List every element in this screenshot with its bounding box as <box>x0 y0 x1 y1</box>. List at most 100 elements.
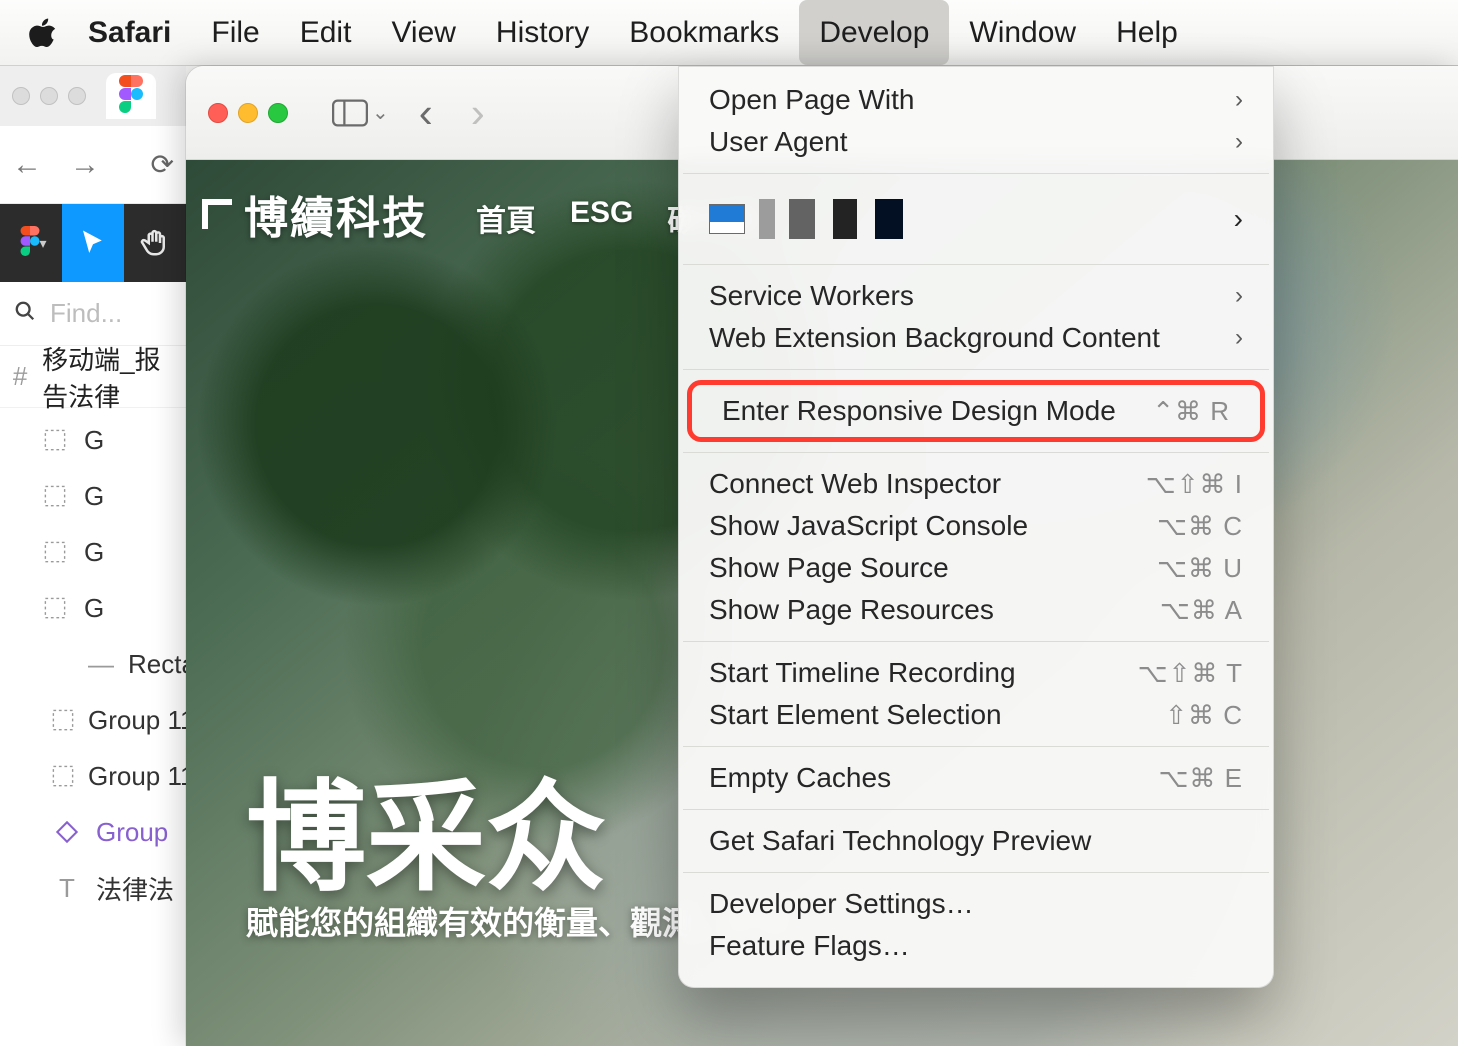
menu-responsive-design[interactable]: Enter Responsive Design Mode⌃⌘ R <box>692 387 1260 435</box>
group-icon <box>52 709 74 731</box>
layer-label: G <box>84 537 104 568</box>
menu-web-ext-bg[interactable]: Web Extension Background Content› <box>679 317 1273 359</box>
nav-link-esg[interactable]: ESG <box>570 196 633 240</box>
layers-panel: G G G G —Recta Group 1171 Group 1171 Gro… <box>0 408 186 916</box>
layer-row[interactable]: G <box>0 580 186 636</box>
nav-back-icon[interactable]: ← <box>12 148 42 182</box>
menu-separator <box>683 264 1269 265</box>
menu-page-source[interactable]: Show Page Source⌥⌘ U <box>679 547 1273 589</box>
group-icon <box>40 485 70 507</box>
menubar-bookmarks[interactable]: Bookmarks <box>609 0 799 65</box>
sidebar-toggle-button[interactable]: ⌄ <box>332 98 389 128</box>
menubar-file[interactable]: File <box>191 0 279 65</box>
figma-search <box>0 282 186 346</box>
layer-row[interactable]: —Recta <box>0 636 186 692</box>
site-logo-text: 博續科技 <box>244 182 428 246</box>
menubar-history[interactable]: History <box>476 0 609 65</box>
figma-menu-button[interactable]: ▾ <box>0 204 62 282</box>
nav-refresh-icon[interactable]: ⟳ <box>151 148 174 181</box>
chevron-down-icon: ▾ <box>39 235 46 252</box>
menu-tech-preview[interactable]: Get Safari Technology Preview <box>679 820 1273 862</box>
pixelated-text-icon <box>759 199 1220 239</box>
menu-shortcut: ⌥⇧⌘ T <box>1138 658 1243 689</box>
traffic-close-icon[interactable] <box>12 87 30 105</box>
menu-js-console[interactable]: Show JavaScript Console⌥⌘ C <box>679 505 1273 547</box>
chevron-right-icon: › <box>1235 282 1243 310</box>
frame-row[interactable]: # 移动端_报告法律 <box>0 346 186 408</box>
apple-icon[interactable] <box>18 17 68 49</box>
menu-empty-caches[interactable]: Empty Caches⌥⌘ E <box>679 757 1273 799</box>
traffic-min-icon[interactable] <box>238 103 258 123</box>
menu-label: Developer Settings… <box>709 888 974 920</box>
nav-forward-icon[interactable]: → <box>70 148 100 182</box>
menu-label: User Agent <box>709 126 848 158</box>
layer-row[interactable]: G <box>0 468 186 524</box>
chevron-right-icon: › <box>1235 324 1243 352</box>
menu-separator <box>683 746 1269 747</box>
layer-label: G <box>84 425 104 456</box>
layer-label: G <box>84 481 104 512</box>
nav-link-home[interactable]: 首頁 <box>476 196 536 240</box>
figma-traffic-lights <box>12 87 86 105</box>
menu-developer-settings[interactable]: Developer Settings… <box>679 883 1273 925</box>
traffic-max-icon[interactable] <box>268 103 288 123</box>
chevron-right-icon: › <box>1235 128 1243 156</box>
menu-label: Connect Web Inspector <box>709 468 1001 500</box>
menu-separator <box>683 809 1269 810</box>
menu-page-resources[interactable]: Show Page Resources ⌥⌘ A <box>679 589 1273 631</box>
traffic-max-icon[interactable] <box>68 87 86 105</box>
menu-label: Feature Flags… <box>709 930 910 962</box>
menu-label: Show Page Resources <box>709 594 994 626</box>
figma-search-input[interactable] <box>50 298 172 329</box>
figma-window: ← → ⟳ ▾ # 移动端_报告法律 G G G G —Recta Group … <box>0 66 186 1046</box>
menu-label: Service Workers <box>709 280 914 312</box>
layer-row[interactable]: Group 1171 <box>0 748 186 804</box>
layer-row[interactable]: G <box>0 412 186 468</box>
figma-tabbar <box>0 66 186 126</box>
menu-separator <box>683 872 1269 873</box>
menu-connect-inspector[interactable]: Connect Web Inspector ⌥⇧⌘ I <box>679 463 1273 505</box>
menu-timeline-recording[interactable]: Start Timeline Recording⌥⇧⌘ T <box>679 652 1273 694</box>
menu-user-agent[interactable]: User Agent › <box>679 121 1273 163</box>
menu-separator <box>683 369 1269 370</box>
site-logo[interactable]: 博續科技 <box>202 182 428 246</box>
menu-element-selection[interactable]: Start Element Selection⇧⌘ C <box>679 694 1273 736</box>
frame-icon: # <box>12 361 28 392</box>
menubar-help[interactable]: Help <box>1096 0 1198 65</box>
menubar-view[interactable]: View <box>371 0 475 65</box>
menu-feature-flags[interactable]: Feature Flags… <box>679 925 1273 967</box>
layer-label: 法律法 <box>96 870 174 907</box>
menu-shortcut: ⌥⌘ A <box>1160 595 1243 626</box>
menubar-app-name[interactable]: Safari <box>68 0 191 65</box>
chevron-right-icon: › <box>1234 203 1243 235</box>
hand-tool[interactable] <box>124 204 186 282</box>
traffic-min-icon[interactable] <box>40 87 58 105</box>
layer-row[interactable]: G <box>0 524 186 580</box>
layer-row[interactable]: Group 1171 <box>0 692 186 748</box>
layer-label: Group <box>96 817 168 848</box>
diamond-icon <box>52 821 82 843</box>
menu-open-page-with[interactable]: Open Page With› <box>679 79 1273 121</box>
menu-label: Open Page With <box>709 84 914 116</box>
menu-label: Show JavaScript Console <box>709 510 1028 542</box>
menubar-edit[interactable]: Edit <box>280 0 372 65</box>
layer-row[interactable]: T法律法 <box>0 860 186 916</box>
figma-nav: ← → ⟳ <box>0 126 186 204</box>
menu-device-row[interactable]: › <box>709 184 1243 254</box>
search-icon <box>14 300 36 327</box>
menubar-window[interactable]: Window <box>949 0 1096 65</box>
move-tool[interactable] <box>62 204 124 282</box>
safari-forward-button[interactable]: › <box>463 89 493 137</box>
chevron-down-icon: ⌄ <box>372 100 389 125</box>
group-icon <box>40 429 70 451</box>
layer-row[interactable]: Group <box>0 804 186 860</box>
menu-shortcut: ⌥⇧⌘ I <box>1146 469 1243 500</box>
menu-service-workers[interactable]: Service Workers › <box>679 275 1273 317</box>
menubar-develop[interactable]: Develop <box>799 0 949 65</box>
figma-tab[interactable] <box>106 73 156 119</box>
sidebar-icon <box>332 98 368 128</box>
safari-back-button[interactable]: ‹ <box>411 89 441 137</box>
group-icon <box>52 765 74 787</box>
traffic-close-icon[interactable] <box>208 103 228 123</box>
group-icon <box>40 541 70 563</box>
